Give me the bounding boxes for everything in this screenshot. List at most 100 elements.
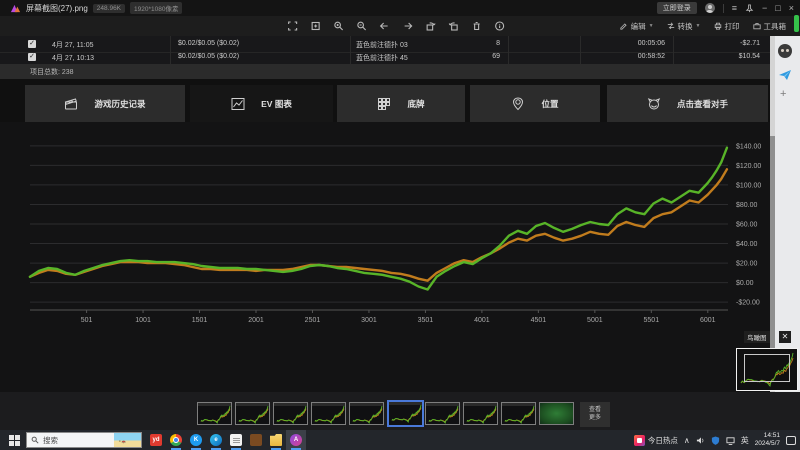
menu-edit[interactable]: 编辑▼ xyxy=(620,21,654,32)
taskbar-app-notepad[interactable] xyxy=(226,430,246,450)
clock[interactable]: 14:51 2024/5/7 xyxy=(755,432,780,448)
session-row[interactable]: ✓4月 27, 10:13$0.02/$0.05 ($0.02)蓝色前注德扑 4… xyxy=(0,52,770,64)
info-icon[interactable] xyxy=(494,21,505,32)
next-icon[interactable] xyxy=(402,21,413,32)
search-highlight-image[interactable] xyxy=(114,433,141,447)
svg-text:$120.00: $120.00 xyxy=(736,163,761,170)
thumbnail-poker-table[interactable] xyxy=(539,402,574,425)
minimap-viewport[interactable] xyxy=(744,354,790,382)
thumbnail-filmstrip: 查看更多 xyxy=(0,392,800,430)
location-icon xyxy=(511,97,525,111)
chrome-icon xyxy=(170,434,182,446)
quark-icon: K xyxy=(190,434,202,446)
network-icon[interactable] xyxy=(726,436,735,445)
cell-duration: 00:05:06 xyxy=(595,40,665,47)
start-button[interactable] xyxy=(9,435,20,446)
ime-indicator[interactable]: 英 xyxy=(741,435,749,446)
total-count-label: 项目总数: 238 xyxy=(30,67,74,77)
tab-grid[interactable]: 底牌 xyxy=(337,85,465,122)
rotate-right-icon[interactable] xyxy=(425,21,436,32)
cell-stakes: $0.02/$0.05 ($0.02) xyxy=(178,40,239,47)
session-row[interactable]: ✓4月 27, 11:05$0.02/$0.05 ($0.02)蓝色前注德扑 0… xyxy=(0,36,770,52)
zoom-in-icon[interactable] xyxy=(333,21,344,32)
add-icon[interactable]: + xyxy=(780,88,786,100)
tab-opponent[interactable]: 点击查看对手 xyxy=(607,85,768,122)
tab-clapperboard[interactable]: 游戏历史记录 xyxy=(25,85,185,122)
clock-time: 14:51 xyxy=(755,432,780,440)
window-titlebar: 屏幕截图(27).png 248.96K 1920*1080像素 立即登录 ≡ … xyxy=(0,0,800,16)
svg-text:1501: 1501 xyxy=(192,317,208,324)
grid-icon xyxy=(377,97,391,111)
rotate-left-icon[interactable] xyxy=(448,21,459,32)
birdseye-minimap[interactable] xyxy=(736,348,798,391)
volume-icon[interactable] xyxy=(696,436,705,445)
thumbnail-chart-selected[interactable] xyxy=(387,400,424,427)
tab-location[interactable]: 位置 xyxy=(470,85,600,122)
svg-text:$40.00: $40.00 xyxy=(736,241,758,248)
thumbnail-chart[interactable] xyxy=(463,402,498,425)
hidden-icons-chevron[interactable]: ∧ xyxy=(684,436,690,445)
menu-convert[interactable]: 转换▼ xyxy=(667,21,701,32)
divider xyxy=(723,4,724,13)
screen: 屏幕截图(27).png 248.96K 1920*1080像素 立即登录 ≡ … xyxy=(0,0,800,450)
tab-line-chart[interactable]: EV 图表 xyxy=(190,85,333,122)
notification-icon[interactable] xyxy=(786,436,796,445)
menu-print[interactable]: 打印 xyxy=(714,21,740,32)
taskbar-app-edge[interactable]: e xyxy=(206,430,226,450)
monkey-icon[interactable] xyxy=(778,44,792,58)
close-button[interactable]: × xyxy=(789,4,794,13)
session-history-table: ✓4月 27, 11:05$0.02/$0.05 ($0.02)蓝色前注德扑 0… xyxy=(0,36,770,64)
row-divider xyxy=(0,52,770,53)
taskbar-app-youdao[interactable]: yd xyxy=(146,430,166,450)
fullscreen-icon[interactable] xyxy=(287,21,298,32)
pin-icon[interactable] xyxy=(745,4,754,13)
total-count-bar: 项目总数: 238 xyxy=(0,64,770,79)
taskbar-app-mahjong[interactable] xyxy=(246,430,266,450)
svg-text:3501: 3501 xyxy=(418,317,434,324)
minimize-button[interactable]: − xyxy=(762,4,767,13)
system-tray: 今日热点 ∧ 英 14:51 2024/5/7 xyxy=(634,430,796,450)
menu-icon[interactable]: ≡ xyxy=(732,3,737,13)
svg-text:$60.00: $60.00 xyxy=(736,222,758,229)
zoom-out-icon[interactable] xyxy=(356,21,367,32)
edit-icon xyxy=(620,22,628,30)
window-title: 屏幕截图(27).png xyxy=(26,3,88,14)
row-checkbox[interactable]: ✓ xyxy=(28,40,36,48)
delete-icon[interactable] xyxy=(471,21,482,32)
explorer-icon xyxy=(270,434,282,446)
thumbnail-chart[interactable] xyxy=(273,402,308,425)
thumbnail-chart[interactable] xyxy=(311,402,346,425)
row-checkbox[interactable]: ✓ xyxy=(28,53,36,61)
previous-icon[interactable] xyxy=(379,21,390,32)
thumbnail-chart[interactable] xyxy=(235,402,270,425)
side-dock-green-tab[interactable] xyxy=(794,15,799,32)
search-icon xyxy=(31,436,39,444)
login-button[interactable]: 立即登录 xyxy=(657,2,697,14)
avatar[interactable] xyxy=(705,3,715,13)
scrollbar-thumb[interactable] xyxy=(770,136,775,351)
taskbar-app-quark[interactable]: K xyxy=(186,430,206,450)
taskbar-app-explorer[interactable] xyxy=(266,430,286,450)
column-divider xyxy=(508,36,509,64)
taskbar-search[interactable]: 搜索 xyxy=(26,432,142,448)
svg-text:$100.00: $100.00 xyxy=(736,182,761,189)
birdseye-close-icon[interactable]: ✕ xyxy=(779,331,791,343)
thumbnail-chart[interactable] xyxy=(425,402,460,425)
menu-toolbox[interactable]: 工具箱 xyxy=(753,21,787,32)
cell-stakes: $0.02/$0.05 ($0.02) xyxy=(178,53,239,60)
thumbnail-chart[interactable] xyxy=(349,402,384,425)
paper-plane-icon[interactable] xyxy=(778,68,792,82)
view-more-button[interactable]: 查看更多 xyxy=(580,402,610,427)
edge-icon: e xyxy=(210,434,222,446)
birdseye-badge: 鸟瞰图 xyxy=(744,331,770,343)
thumbnail-chart[interactable] xyxy=(197,402,232,425)
svg-text:$0.00: $0.00 xyxy=(736,280,754,287)
thumbnail-chart[interactable] xyxy=(501,402,536,425)
hotspot-button[interactable]: 今日热点 xyxy=(634,435,678,446)
taskbar-app-chrome[interactable] xyxy=(166,430,186,450)
taskbar-app-image-viewer[interactable]: A xyxy=(286,430,306,450)
maximize-button[interactable]: □ xyxy=(775,4,780,13)
fit-screen-icon[interactable] xyxy=(310,21,321,32)
convert-icon xyxy=(667,22,675,30)
security-shield-icon[interactable] xyxy=(711,436,720,445)
